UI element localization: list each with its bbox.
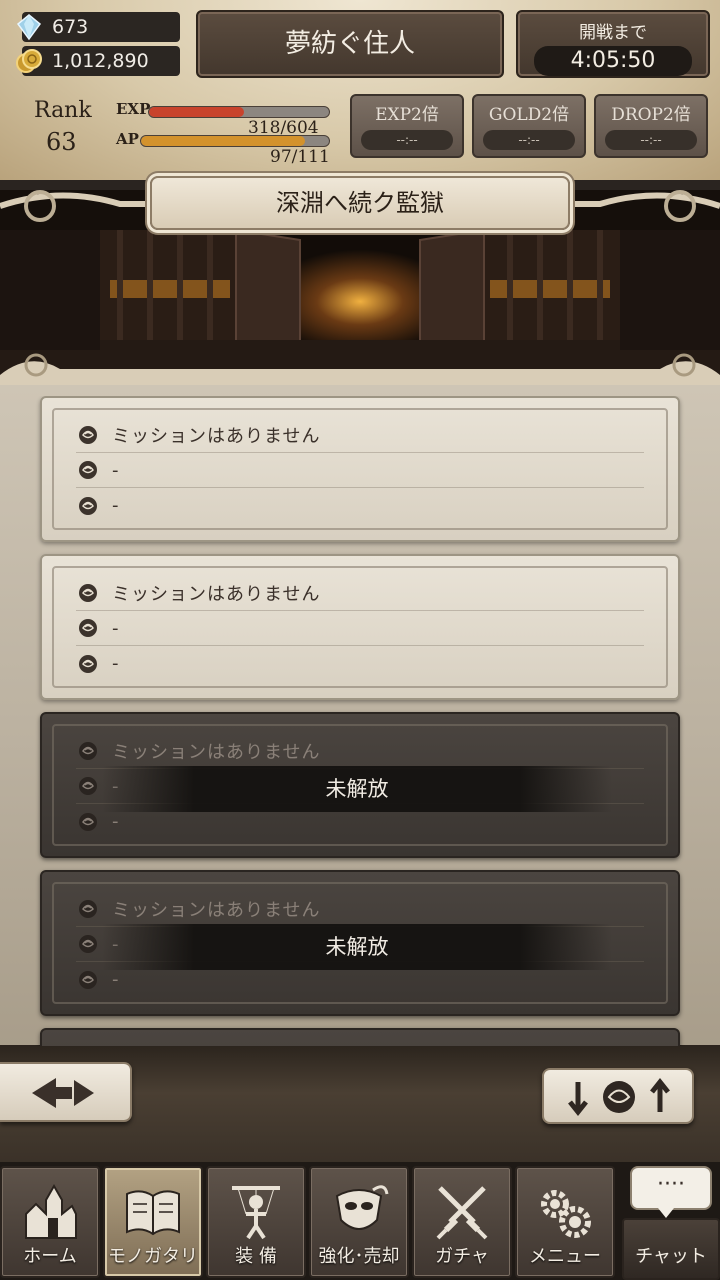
sort-button[interactable] — [542, 1068, 694, 1124]
nav-label: ホーム — [23, 1246, 77, 1267]
gold-coin-icon — [16, 49, 42, 73]
boost-label: GOLD2倍 — [488, 105, 570, 125]
book-icon — [126, 1190, 180, 1236]
nav-label: 強化･売却 — [318, 1246, 400, 1267]
timer-label: 開戦まで — [579, 23, 647, 43]
mission-card-inner: ミッションはありません - - — [52, 566, 668, 688]
mission-text: - — [112, 617, 120, 639]
boost-time: --:-- — [605, 130, 697, 150]
crossed-swords-icon — [436, 1186, 488, 1240]
back-button[interactable] — [0, 1062, 132, 1122]
mission-row: ミッションはありません — [76, 892, 644, 927]
rose-icon — [79, 935, 97, 953]
puppet-equip-icon — [232, 1186, 280, 1240]
mission-text: - — [112, 969, 120, 990]
mission-row: - — [76, 488, 644, 523]
nav-enhance[interactable]: 強化･売却 — [309, 1166, 409, 1278]
nav-gacha[interactable]: ガチャ — [412, 1166, 512, 1278]
back-arrow-icon — [32, 1078, 94, 1108]
rose-icon — [79, 461, 97, 479]
chat-label: チャット — [635, 1246, 707, 1267]
boost-label: EXP2倍 — [375, 105, 439, 125]
home-castle-icon — [25, 1183, 77, 1239]
rose-icon — [79, 742, 97, 760]
mission-row: - — [76, 611, 644, 646]
rank-value: 63 — [46, 128, 77, 156]
rose-icon — [79, 584, 97, 602]
boost-label: DROP2倍 — [611, 105, 691, 125]
mission-row: - — [76, 453, 644, 488]
mission-text: ミッションはありません — [112, 742, 321, 763]
gem-count: 673 — [52, 16, 89, 38]
rose-icon — [79, 654, 97, 673]
boost-time: --:-- — [361, 130, 453, 150]
nav-label: メニュー — [529, 1246, 601, 1267]
mission-row: ミッションはありません — [76, 734, 644, 769]
timer-value: 4:05:50 — [534, 46, 692, 76]
gold-boost-button[interactable]: GOLD2倍 --:-- — [472, 94, 586, 158]
rose-icon — [79, 619, 97, 637]
mission-card-inner: ミッションはありません - - — [52, 408, 668, 530]
rose-icon — [79, 496, 97, 515]
rose-icon — [79, 900, 97, 918]
rose-icon — [79, 777, 97, 795]
mission-text: ミッションはありません — [112, 426, 321, 447]
rose-icon — [79, 426, 97, 444]
mission-text: ミッションはありません — [112, 584, 321, 605]
mission-card-locked[interactable]: ミッションはありません - - 未解放 — [40, 870, 680, 1016]
locked-label: 未解放 — [102, 766, 612, 812]
battle-timer: 開戦まで 4:05:50 — [516, 10, 710, 78]
exp-bar — [148, 106, 330, 118]
boost-time: --:-- — [483, 130, 575, 150]
rose-icon — [79, 970, 97, 989]
nav-menu[interactable]: メニュー — [515, 1166, 615, 1278]
mission-row: - — [76, 646, 644, 681]
mission-text: - — [112, 495, 120, 516]
mission-text: ミッションはありません — [112, 900, 321, 921]
locked-label: 未解放 — [102, 924, 612, 970]
nav-equip[interactable]: 装 備 — [206, 1166, 306, 1278]
location-title: 深淵へ続ク監獄 — [150, 176, 570, 230]
nav-label: 装 備 — [235, 1246, 277, 1267]
nav-story[interactable]: モノガタリ — [103, 1166, 203, 1278]
mission-row: ミッションはありません — [76, 418, 644, 453]
ap-label: AP — [116, 130, 139, 148]
mission-text: - — [112, 811, 120, 832]
gold-counter: 1,012,890 — [16, 46, 180, 76]
rose-icon — [79, 812, 97, 831]
nav-home[interactable]: ホーム — [0, 1166, 100, 1278]
mission-row: ミッションはありません — [76, 576, 644, 611]
banner-bottom-ornament — [0, 353, 720, 385]
rank-label: Rank — [34, 98, 92, 123]
player-title[interactable]: 夢紡ぐ住人 — [196, 10, 504, 78]
chat-base: チャット — [622, 1218, 720, 1280]
exp-bar-fill — [149, 107, 245, 117]
chat-bubble-icon: ···· — [630, 1166, 712, 1218]
exp-label: EXP — [116, 100, 151, 118]
gem-counter: 673 — [16, 12, 180, 42]
mission-card[interactable]: ミッションはありません - - — [40, 554, 680, 700]
sort-rose-icon — [568, 1077, 670, 1117]
nav-label: モノガタリ — [108, 1246, 198, 1267]
drop-boost-button[interactable]: DROP2倍 --:-- — [594, 94, 708, 158]
nav-label: ガチャ — [435, 1246, 489, 1267]
mission-card[interactable]: ミッションはありません - - — [40, 396, 680, 542]
ap-bar — [140, 135, 330, 147]
mission-list[interactable]: ミッションはありません - - ミッションはありません - - ミッションはあり… — [0, 396, 720, 1046]
mission-card-locked[interactable] — [40, 1028, 680, 1046]
gem-icon — [16, 14, 42, 41]
gears-icon — [541, 1190, 591, 1238]
mission-card-locked[interactable]: ミッションはありません - - 未解放 — [40, 712, 680, 858]
chat-button[interactable]: ···· チャット — [622, 1166, 720, 1280]
exp-boost-button[interactable]: EXP2倍 --:-- — [350, 94, 464, 158]
ap-bar-fill — [141, 136, 305, 146]
gold-count: 1,012,890 — [52, 50, 149, 72]
ap-value: 97/111 — [270, 147, 330, 167]
mask-enhance-icon — [335, 1185, 389, 1230]
mission-text: - — [112, 653, 120, 674]
mission-text: - — [112, 459, 120, 481]
